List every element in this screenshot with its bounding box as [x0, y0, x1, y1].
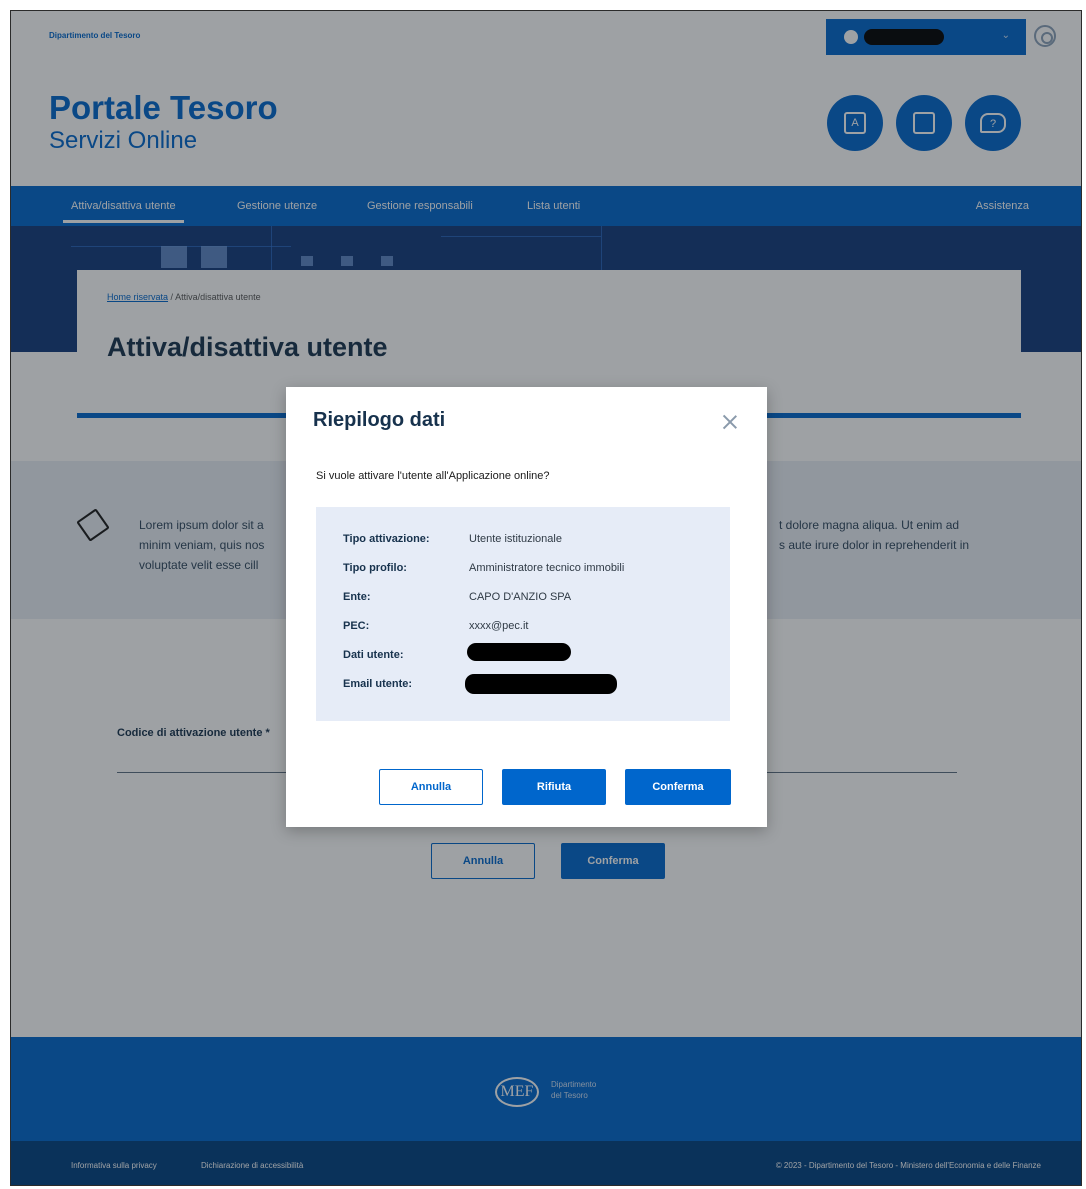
redacted-user-email — [465, 674, 617, 694]
summary-key-dati-utente: Dati utente: — [343, 649, 404, 661]
browser-viewport: Dipartimento del Tesoro ⌄ Portale Tesoro… — [10, 10, 1082, 1186]
summary-value-tipo-profilo: Amministratore tecnico immobili — [469, 562, 625, 574]
summary-value-ente: CAPO D'ANZIO SPA — [469, 591, 572, 603]
summary-value-pec: xxxx@pec.it — [469, 620, 529, 632]
summary-modal: Riepilogo dati Si vuole attivare l'utent… — [286, 387, 767, 827]
close-icon[interactable] — [721, 413, 739, 431]
redacted-user-data — [467, 643, 571, 661]
modal-question: Si vuole attivare l'utente all'Applicazi… — [316, 470, 550, 482]
summary-key-ente: Ente: — [343, 591, 371, 603]
summary-key-email-utente: Email utente: — [343, 678, 413, 690]
modal-confirm-button[interactable]: Conferma — [625, 769, 731, 805]
modal-reject-button[interactable]: Rifiuta — [502, 769, 606, 805]
summary-value-tipo-attivazione: Utente istituzionale — [469, 533, 562, 545]
modal-cancel-button[interactable]: Annulla — [379, 769, 483, 805]
modal-title: Riepilogo dati — [313, 409, 446, 431]
summary-box: Tipo attivazione: Utente istituzionale T… — [316, 507, 730, 721]
summary-key-tipo-attivazione: Tipo attivazione: — [343, 533, 430, 545]
summary-key-pec: PEC: — [343, 620, 370, 632]
summary-key-tipo-profilo: Tipo profilo: — [343, 562, 407, 574]
